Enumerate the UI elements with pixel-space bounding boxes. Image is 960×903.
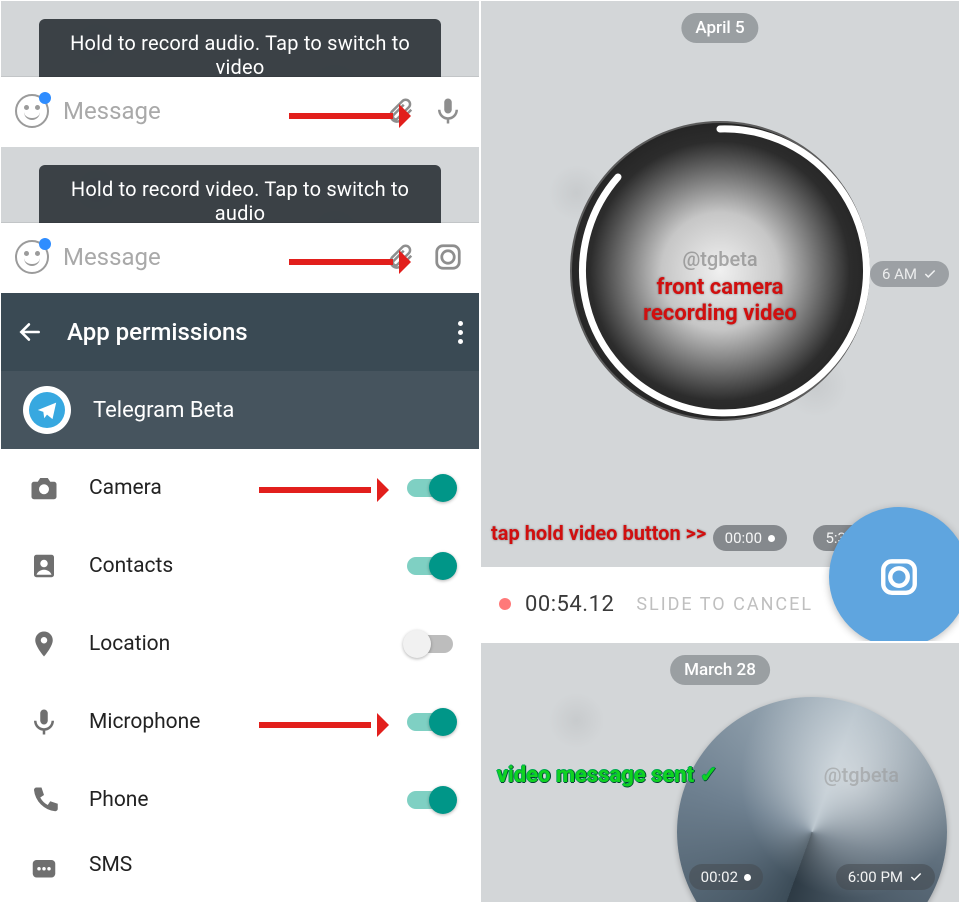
permission-row-phone: Phone (1, 761, 479, 839)
back-icon[interactable] (17, 319, 43, 345)
date-badge: March 28 (670, 655, 770, 685)
message-time: 6 AM (870, 261, 949, 287)
permission-toggle[interactable] (407, 557, 453, 575)
message-time: 6:00 PM (836, 864, 935, 890)
emoji-icon[interactable] (15, 94, 49, 128)
permission-label: Location (89, 632, 379, 656)
permission-toggle[interactable] (407, 635, 453, 653)
permission-label: SMS (89, 853, 453, 877)
permission-list: Camera Contacts Location Microphone Phon (1, 449, 479, 894)
message-input[interactable]: Message (63, 243, 369, 271)
recording-indicator-icon (499, 598, 511, 610)
emoji-icon[interactable] (15, 240, 49, 274)
app-name: Telegram Beta (93, 398, 234, 423)
watermark: @tgbeta (682, 247, 757, 271)
annotation-arrow (259, 722, 371, 728)
permission-row-sms: SMS (1, 839, 479, 894)
microphone-icon (27, 705, 61, 739)
panel-audio-hint: Hold to record audio. Tap to switch to v… (0, 0, 480, 146)
contacts-icon (27, 549, 61, 583)
app-icon (23, 386, 71, 434)
permission-toggle[interactable] (407, 713, 453, 731)
panel-permissions: App permissions Telegram Beta Camera Con… (0, 292, 480, 903)
permission-toggle[interactable] (407, 479, 453, 497)
panel-video-hint: Hold to record video. Tap to switch to a… (0, 146, 480, 292)
phone-icon (27, 783, 61, 817)
permission-label: Phone (89, 788, 379, 812)
annotation-arrow (289, 259, 393, 265)
annotation-hint: tap hold video button >> (491, 521, 706, 545)
permission-row-location: Location (1, 605, 479, 683)
permission-label: Contacts (89, 554, 379, 578)
panel-recording: April 5 6 AM @tgbeta front camera record… (480, 0, 960, 642)
message-duration: 00:02 (689, 864, 763, 890)
permission-row-microphone: Microphone (1, 683, 479, 761)
location-icon (27, 627, 61, 661)
permissions-header: App permissions (1, 293, 479, 371)
watermark: @tgbeta (824, 763, 899, 787)
microphone-icon[interactable] (431, 94, 465, 128)
date-badge: April 5 (681, 13, 758, 43)
message-input[interactable]: Message (63, 97, 369, 125)
recording-progress-arc (570, 121, 870, 421)
page-title: App permissions (67, 318, 434, 346)
record-video-button[interactable] (829, 507, 960, 642)
sms-icon (27, 853, 61, 887)
annotation-arrow (289, 113, 393, 119)
annotation-caption: front camera (657, 275, 784, 300)
annotation-caption: video message sent ✓ (497, 763, 718, 788)
recording-timer: 00:54.12 (525, 592, 614, 617)
permission-row-camera: Camera (1, 449, 479, 527)
panel-sent: March 28 video message sent ✓ @tgbeta 00… (480, 642, 960, 903)
video-message-icon[interactable] (431, 240, 465, 274)
permission-row-contacts: Contacts (1, 527, 479, 605)
app-identity-row: Telegram Beta (1, 371, 479, 449)
camera-icon (27, 471, 61, 505)
permission-toggle[interactable] (407, 791, 453, 809)
message-duration: 00:00 (713, 525, 787, 551)
overflow-menu-icon[interactable] (458, 321, 463, 344)
annotation-arrow (259, 487, 371, 493)
annotation-caption: recording video (643, 301, 797, 326)
